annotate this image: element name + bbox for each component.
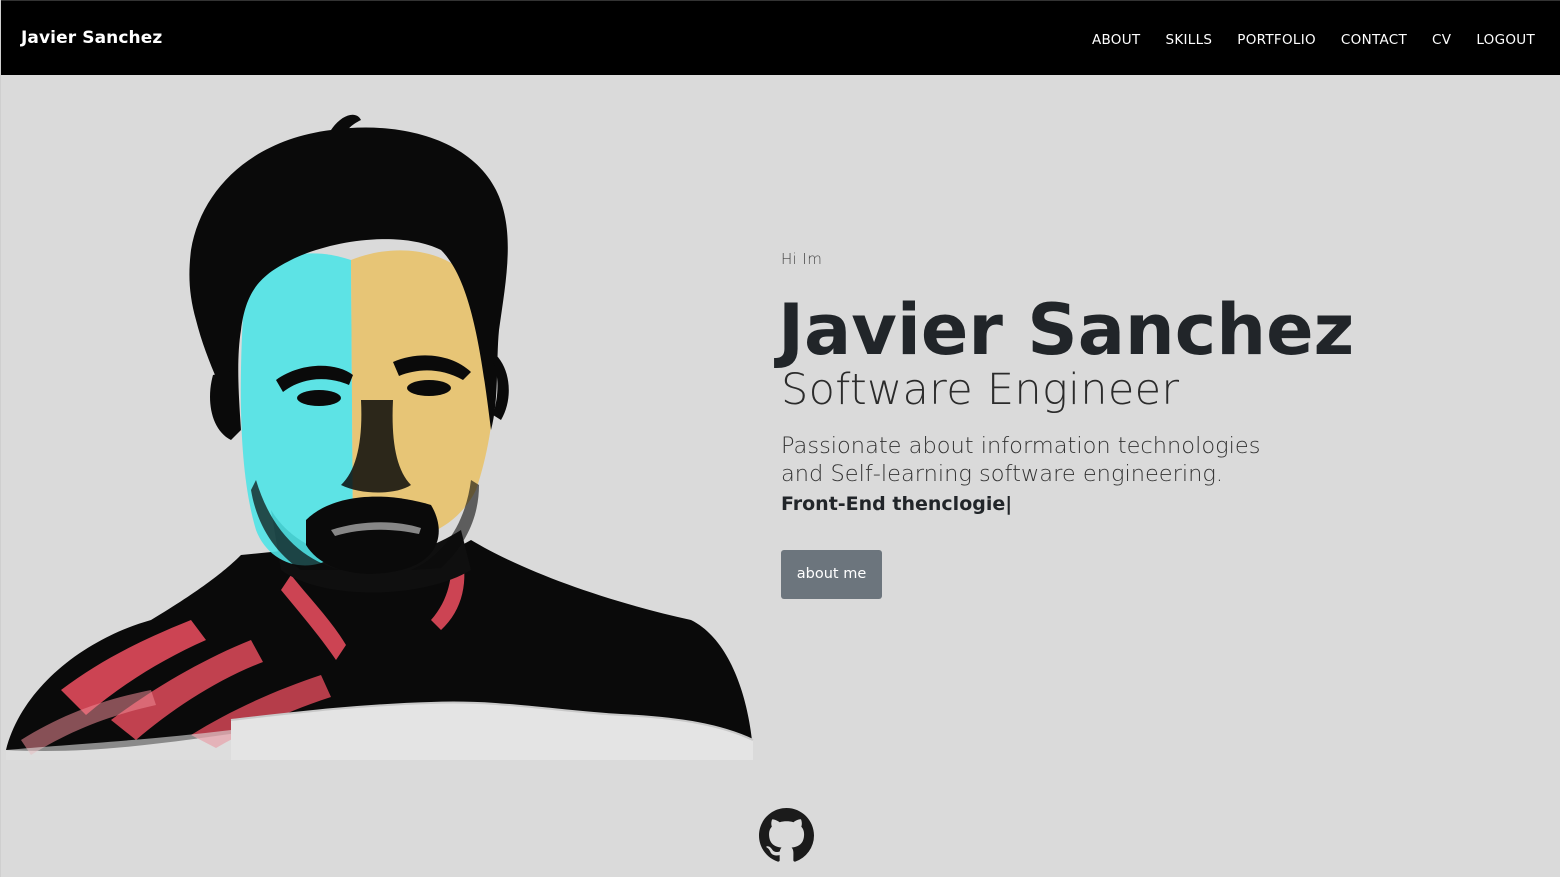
hero-description: Passionate about information technologie… [781,433,1261,487]
typing-cursor: | [1005,493,1013,515]
nav-link-skills[interactable]: SKILLS [1165,32,1212,48]
github-icon [759,808,814,862]
hero: Hi Im Javier Sanchez Software Engineer P… [778,250,1501,599]
nav-link-cv[interactable]: CV [1432,32,1451,48]
hero-greeting: Hi Im [781,250,823,268]
hero-typed-text: Front-End thenclogie| [781,490,1501,518]
typed-text: Front-End thenclogie [781,493,1006,515]
about-me-button[interactable]: about me [781,550,882,599]
nav-link-logout[interactable]: LOGOUT [1476,32,1535,48]
navbar: Javier Sanchez ABOUT SKILLS PORTFOLIO CO… [1,0,1560,75]
hero-name: Javier Sanchez [778,289,1355,371]
github-link[interactable] [759,808,814,863]
nav-link-portfolio[interactable]: PORTFOLIO [1237,32,1316,48]
portrait-illustration [6,114,754,760]
hero-title: Software Engineer [781,365,1180,415]
page: Javier Sanchez ABOUT SKILLS PORTFOLIO CO… [0,0,1560,877]
nav-links: ABOUT SKILLS PORTFOLIO CONTACT CV LOGOUT [1067,29,1535,48]
nav-link-about[interactable]: ABOUT [1092,32,1141,48]
nav-link-contact[interactable]: CONTACT [1341,32,1407,48]
navbar-brand[interactable]: Javier Sanchez [21,28,162,48]
